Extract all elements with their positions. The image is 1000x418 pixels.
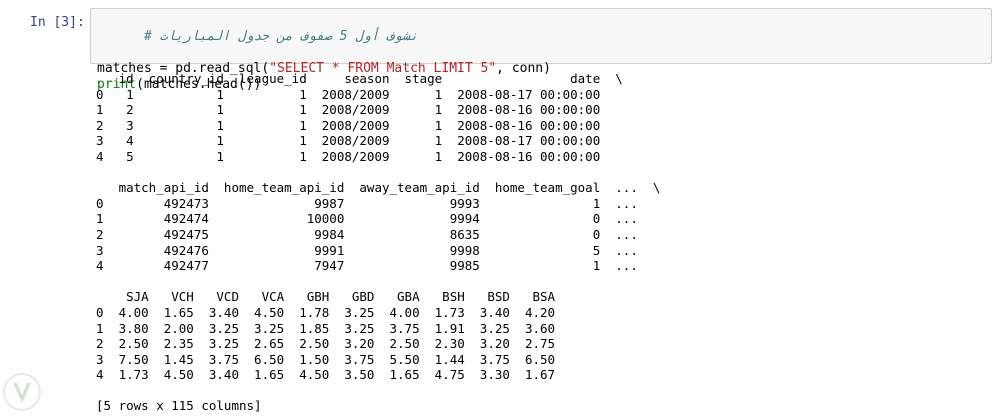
output-block-1: id country_id league_id season stage dat… xyxy=(96,71,660,165)
output-line: 1 492474 10000 9994 0 ... xyxy=(96,211,638,227)
output-summary: [5 rows x 115 columns] xyxy=(96,398,262,414)
output-line: 0 492473 9987 9993 1 ... xyxy=(96,195,638,211)
output-line: 1 3.80 2.00 3.25 3.25 1.85 3.25 3.75 1.9… xyxy=(96,320,556,336)
output-blank-line xyxy=(96,274,660,290)
output-line: 3 492476 9991 9998 5 ... xyxy=(96,242,638,258)
code-comment: # نشوف أول 5 صفوف من جدول المباريات xyxy=(143,29,418,44)
output-blank-line xyxy=(96,165,660,181)
output-line: id country_id league_id season stage dat… xyxy=(96,71,623,86)
output-line: SJA VCH VCD VCA GBH GBD GBA BSH BSD BSA xyxy=(96,289,556,305)
cell-output: id country_id league_id season stage dat… xyxy=(96,71,660,414)
output-line: 1 2 1 1 2008/2009 1 2008-08-16 00:00:00 xyxy=(96,102,601,118)
input-prompt: In [3]: xyxy=(30,15,85,30)
output-line: 3 4 1 1 2008/2009 1 2008-08-17 00:00:00 xyxy=(96,133,601,149)
output-line: 4 5 1 1 2008/2009 1 2008-08-16 00:00:00 xyxy=(96,148,601,164)
output-line: 0 4.00 1.65 3.40 4.50 1.78 3.25 4.00 1.7… xyxy=(96,304,556,320)
code-input-area[interactable]: # نشوف أول 5 صفوف من جدول المباريات matc… xyxy=(90,8,992,92)
output-line: 2 3 1 1 2008/2009 1 2008-08-16 00:00:00 xyxy=(96,117,601,133)
output-line: 0 1 1 1 2008/2009 1 2008-08-17 00:00:00 xyxy=(96,86,601,102)
shield-v-logo-icon xyxy=(3,373,41,411)
output-block-2: match_api_id home_team_api_id away_team_… xyxy=(96,180,660,274)
output-line: match_api_id home_team_api_id away_team_… xyxy=(96,180,661,196)
output-blank-line xyxy=(96,383,660,399)
output-line: 3 7.50 1.45 3.75 6.50 1.50 3.75 5.50 1.4… xyxy=(96,351,556,367)
output-line: 4 1.73 4.50 3.40 1.65 4.50 3.50 1.65 4.7… xyxy=(96,367,556,383)
output-line: 4 492477 7947 9985 1 ... xyxy=(96,258,638,274)
code-line-comment: # نشوف أول 5 صفوف من جدول المباريات xyxy=(97,13,985,61)
output-line: 2 492475 9984 8635 0 ... xyxy=(96,226,638,242)
output-block-3: SJA VCH VCD VCA GBH GBD GBA BSH BSD BSA … xyxy=(96,289,660,383)
output-line: 2 2.50 2.35 3.25 2.65 2.50 3.20 2.50 2.3… xyxy=(96,336,556,352)
